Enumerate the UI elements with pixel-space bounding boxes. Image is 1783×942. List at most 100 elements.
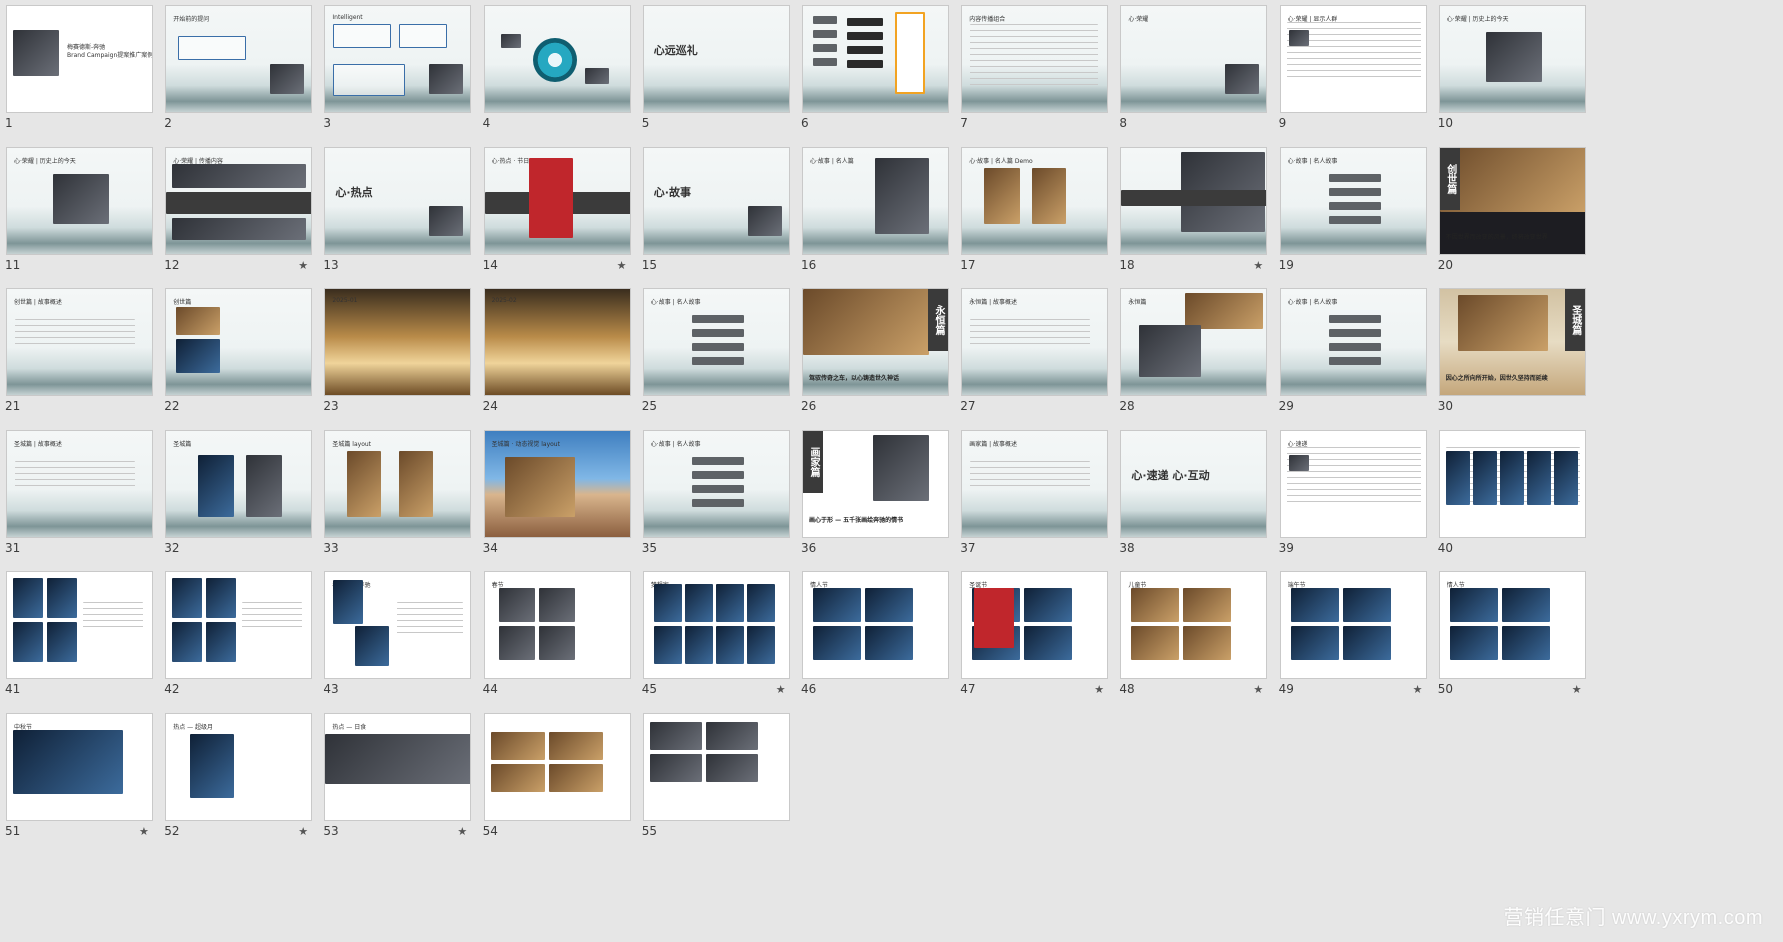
- slide-thumbnail[interactable]: [165, 571, 313, 680]
- slide-thumbnail[interactable]: 永恒篇: [1120, 288, 1268, 397]
- slide-thumbnail[interactable]: 心·故事 | 名人故事: [1279, 146, 1427, 255]
- slide-thumbnail[interactable]: Intelligent: [324, 5, 472, 113]
- slide-item[interactable]: 儿童节 48 ★: [1114, 566, 1295, 726]
- slide-thumbnail[interactable]: 心·荣耀 | 显示人群: [1279, 5, 1427, 113]
- slide-item[interactable]: 梅赛德斯-奔驰 43: [318, 566, 499, 726]
- slide-item[interactable]: 圣城篇 · 动态视觉 layout 34: [478, 425, 659, 585]
- slide-thumbnail[interactable]: 创世篇: [165, 288, 313, 397]
- slide-item[interactable]: 2025-02 24: [478, 283, 659, 443]
- slide-item[interactable]: 心·荣耀 | 传播内容 12 ★: [159, 142, 340, 302]
- slide-thumbnail[interactable]: 儿童节: [1120, 571, 1268, 680]
- slide-thumbnail[interactable]: 热点 — 超级月: [165, 713, 313, 821]
- slide-item[interactable]: 6: [796, 0, 977, 160]
- slide-item[interactable]: 圣城篇 因心之所向所开始，因世久坚持而延续 30: [1433, 283, 1614, 443]
- slide-thumbnail[interactable]: 圣城篇 layout: [324, 429, 472, 538]
- slide-thumbnail[interactable]: 心·荣耀 | 历史上的今天: [1438, 5, 1586, 113]
- transition-star-icon[interactable]: ★: [139, 826, 149, 837]
- slide-item[interactable]: 心·故事 15: [637, 142, 818, 302]
- slide-item[interactable]: 创世篇 | 故事概述 21: [0, 283, 181, 443]
- transition-star-icon[interactable]: ★: [1572, 684, 1582, 695]
- slide-item[interactable]: 热点 — 超级月 52 ★: [159, 708, 340, 868]
- slide-item[interactable]: 40: [1433, 425, 1614, 585]
- slide-thumbnail[interactable]: 内容传播组合: [961, 5, 1109, 113]
- slide-thumbnail[interactable]: 圣城篇: [165, 429, 313, 538]
- slide-thumbnail[interactable]: [1120, 146, 1268, 255]
- slide-thumbnail[interactable]: 情人节: [1438, 571, 1586, 680]
- slide-item[interactable]: 画家篇 | 故事概述 37: [955, 425, 1136, 585]
- slide-item[interactable]: 2025-01 23: [318, 283, 499, 443]
- slide-item[interactable]: 心·荣耀 | 历史上的今天 10: [1433, 0, 1614, 160]
- slide-item[interactable]: 创世篇 22: [159, 283, 340, 443]
- slide-item[interactable]: 心·荣耀 8: [1114, 0, 1295, 160]
- slide-item[interactable]: 春节 44: [478, 566, 659, 726]
- slide-item[interactable]: 圣城篇 32: [159, 425, 340, 585]
- slide-thumbnail[interactable]: 心·故事 | 名人故事: [1279, 288, 1427, 397]
- slide-thumbnail[interactable]: 2025-02: [483, 288, 631, 397]
- slide-item[interactable]: 情人节 46: [796, 566, 977, 726]
- slide-item[interactable]: 心远巡礼 5: [637, 0, 818, 160]
- slide-thumbnail[interactable]: [802, 5, 949, 113]
- slide-item[interactable]: 画家篇 画心于形 — 五千张画绘奔驰的情书 36: [796, 425, 977, 585]
- slide-item[interactable]: 端午节 49 ★: [1274, 566, 1455, 726]
- slide-thumbnail[interactable]: 心·速递: [1279, 429, 1427, 538]
- slide-thumbnail[interactable]: 圣城篇 | 故事概述: [6, 429, 153, 538]
- slide-thumbnail[interactable]: 画家篇 画心于形 — 五千张画绘奔驰的情书: [802, 429, 949, 538]
- transition-star-icon[interactable]: ★: [457, 826, 467, 837]
- slide-item[interactable]: 梦想家 45 ★: [637, 566, 818, 726]
- slide-item[interactable]: 热点 — 日食 53 ★: [318, 708, 499, 868]
- slide-thumbnail[interactable]: 心远巡礼: [642, 5, 790, 113]
- slide-item[interactable]: 心·热点 13: [318, 142, 499, 302]
- slide-item[interactable]: 心·故事 | 名人篇 Demo 17: [955, 142, 1136, 302]
- slide-thumbnail[interactable]: 圣诞节: [961, 571, 1109, 680]
- slide-thumbnail[interactable]: 心·荣耀 | 历史上的今天: [6, 146, 153, 255]
- transition-star-icon[interactable]: ★: [1253, 260, 1263, 271]
- slide-thumbnail[interactable]: 心·故事 | 名人故事: [642, 288, 790, 397]
- slide-thumbnail[interactable]: 心·故事: [642, 146, 790, 255]
- slide-item[interactable]: 创世篇 不因世界而改变的风景，终将改变世界 20: [1433, 142, 1614, 302]
- slide-item[interactable]: 心·速递 39: [1274, 425, 1455, 585]
- slide-item[interactable]: 55: [637, 708, 818, 868]
- slide-thumbnail[interactable]: 心·速递 心·互动: [1120, 429, 1268, 538]
- slide-item[interactable]: 心·荣耀 | 显示人群 9: [1274, 0, 1455, 160]
- slide-item[interactable]: 心·故事 | 名人故事 29: [1274, 283, 1455, 443]
- slide-thumbnail[interactable]: 热点 — 日食: [324, 713, 472, 821]
- slide-thumbnail[interactable]: 梦想家: [642, 571, 790, 680]
- slide-thumbnail[interactable]: 2025-01: [324, 288, 472, 397]
- slide-item[interactable]: 圣城篇 layout 33: [318, 425, 499, 585]
- slide-thumbnail[interactable]: 心·荣耀: [1120, 5, 1268, 113]
- slide-item[interactable]: 心·热点 · 节日 14 ★: [478, 142, 659, 302]
- slide-thumbnail[interactable]: [483, 5, 631, 113]
- slide-item[interactable]: 心·故事 | 名人故事 19: [1274, 142, 1455, 302]
- slide-item[interactable]: 永恒篇 28: [1114, 283, 1295, 443]
- slide-thumbnail[interactable]: 创世篇 不因世界而改变的风景，终将改变世界: [1438, 146, 1586, 255]
- slide-item[interactable]: 心·故事 | 名人故事 25: [637, 283, 818, 443]
- slide-item[interactable]: 中秋节 51 ★: [0, 708, 181, 868]
- slide-item[interactable]: 开始前的提问 2: [159, 0, 340, 160]
- slide-thumbnail[interactable]: 情人节: [802, 571, 949, 680]
- slide-thumbnail[interactable]: 春节: [483, 571, 631, 680]
- transition-star-icon[interactable]: ★: [298, 260, 308, 271]
- slide-item[interactable]: 心·故事 | 名人篇 16: [796, 142, 977, 302]
- slide-item[interactable]: 圣城篇 | 故事概述 31: [0, 425, 181, 585]
- slide-thumbnail[interactable]: 圣城篇 因心之所向所开始，因世久坚持而延续: [1438, 288, 1586, 397]
- slide-thumbnail[interactable]: 梅赛德斯-奔驰: [324, 571, 472, 680]
- slide-thumbnail[interactable]: 画家篇 | 故事概述: [961, 429, 1109, 538]
- slide-item[interactable]: 永恒篇 | 故事概述 27: [955, 283, 1136, 443]
- transition-star-icon[interactable]: ★: [298, 826, 308, 837]
- slide-item[interactable]: 18 ★: [1114, 142, 1295, 302]
- slide-thumbnail[interactable]: 心·故事 | 名人故事: [642, 429, 790, 538]
- slide-thumbnail[interactable]: [642, 713, 790, 821]
- slide-item[interactable]: 圣诞节 47 ★: [955, 566, 1136, 726]
- slide-item[interactable]: 永恒篇 驾驭传奇之车，以心铸造世久神话 26: [796, 283, 977, 443]
- slide-thumbnail[interactable]: 圣城篇 · 动态视觉 layout: [483, 429, 631, 538]
- slide-thumbnail[interactable]: 梅赛德斯-奔驰 Brand Campaign提案推广案例: [6, 5, 153, 113]
- slide-item[interactable]: 心·速递 心·互动 38: [1114, 425, 1295, 585]
- slide-item[interactable]: 4: [478, 0, 659, 160]
- slide-item[interactable]: 42: [159, 566, 340, 726]
- transition-star-icon[interactable]: ★: [1253, 684, 1263, 695]
- slide-thumbnail[interactable]: 永恒篇 | 故事概述: [961, 288, 1109, 397]
- slide-item[interactable]: 54: [478, 708, 659, 868]
- slide-thumbnail[interactable]: 永恒篇 驾驭传奇之车，以心铸造世久神话: [802, 288, 949, 397]
- slide-thumbnail[interactable]: 开始前的提问: [165, 5, 313, 113]
- slide-thumbnail[interactable]: 中秋节: [6, 713, 153, 821]
